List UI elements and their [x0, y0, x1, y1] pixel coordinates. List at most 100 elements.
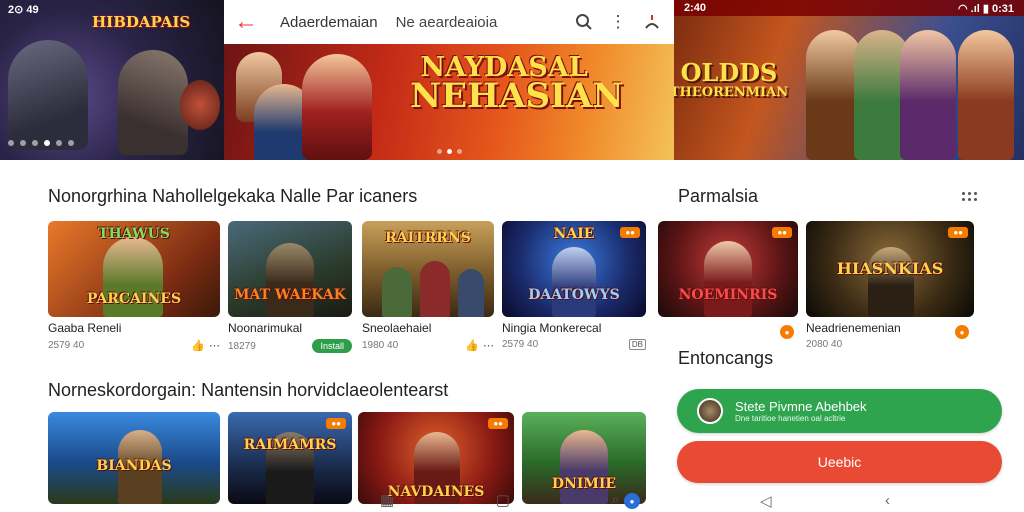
search-icon[interactable] — [572, 10, 596, 34]
hero-character — [302, 54, 372, 160]
install-button[interactable]: Install — [312, 339, 352, 353]
thumb-character — [552, 247, 596, 317]
carousel-dot[interactable] — [8, 140, 14, 146]
game-stats: 2080 40 — [806, 339, 843, 350]
top-app-bar: ← Adaerdemaian Ne aeardeaioia ⋮ — [224, 0, 674, 44]
game-thumbnail: THAWUS PARCAINES — [48, 221, 220, 317]
hero-banner[interactable]: NAYDASAL NEHASIAN — [224, 44, 674, 160]
carousel-dot[interactable] — [32, 140, 38, 146]
rating-box[interactable]: DB — [628, 339, 646, 350]
button-text: Stete Pivmne Abehbek Dne taritioe haneti… — [735, 399, 867, 423]
thumb-character — [266, 243, 314, 317]
game-card[interactable]: BIANDAS — [48, 412, 220, 504]
system-nav: ◁ ‹ — [760, 492, 890, 512]
banner-character — [8, 40, 88, 150]
thumb-title: NAVDAINES — [387, 484, 485, 500]
hero-carousel-dots — [224, 149, 674, 154]
grid-more-icon[interactable] — [962, 192, 978, 204]
game-thumbnail: ●● HIASNKIAS — [806, 221, 974, 317]
game-name: Sneolaehaiel — [362, 321, 432, 335]
carousel-dot[interactable] — [436, 149, 442, 154]
thumb-character — [382, 267, 412, 317]
game-thumbnail: ●● NOEMINRIS — [658, 221, 798, 317]
button-subtitle: Dne taritioe hanetien oal acltrie — [735, 414, 846, 423]
app-bar-actions: ⋮ — [572, 10, 674, 34]
primary-action-button[interactable]: Stete Pivmne Abehbek Dne taritioe haneti… — [677, 389, 1002, 433]
game-stats: 2579 40 — [502, 339, 539, 350]
game-meta: 2080 40 — [806, 339, 974, 350]
app-root: 2⊙ 49 HIBDAPAIS ← Adaerdemaian Ne aearde… — [0, 0, 1024, 512]
back-arrow-icon[interactable]: ← — [224, 0, 268, 44]
status-bar-left: 2⊙ 49 — [8, 4, 39, 16]
thumb-character — [420, 261, 450, 317]
thumb-title: HIASNKIAS — [836, 259, 944, 278]
thumb-character — [704, 241, 752, 317]
game-card[interactable]: ●● NAIE DAATOWYS Ningia Monkerecal 2579 … — [502, 221, 646, 350]
game-card[interactable]: ●● HIASNKIAS Neadrienemenian 2080 40 — [806, 221, 974, 350]
game-card[interactable]: ●● NAVDAINES — [358, 412, 514, 504]
avatar — [697, 398, 723, 424]
new-badge-icon: ●● — [620, 227, 640, 238]
game-meta: 1980 40 👍 ⋯ — [362, 339, 494, 352]
like-button[interactable]: 👍 ⋯ — [191, 339, 220, 352]
status-time: 2:40 — [684, 2, 707, 14]
game-card[interactable]: DNIMIE — [522, 412, 646, 504]
game-stats: 18279 — [228, 340, 256, 352]
game-card[interactable]: ●● NOEMINRIS — [658, 221, 798, 317]
section-title: Nonorgrhina Nahollelgekaka Nalle Par ica… — [48, 186, 418, 206]
carousel-dots — [8, 140, 74, 146]
badge-icon: ● — [780, 325, 794, 339]
carousel-dot[interactable] — [68, 140, 74, 146]
thumb-title: MAT WAEKAK — [234, 287, 346, 303]
game-card[interactable]: MAT WAEKAK Noonarimukal 18279 Install — [228, 221, 352, 353]
app-bar-title: Adaerdemaian — [280, 13, 378, 31]
right-banner-title: OLDDS THEORENMIAN — [674, 60, 804, 100]
left-promo-banner[interactable]: 2⊙ 49 HIBDAPAIS — [0, 0, 224, 160]
thumb-title: PARCAINES — [86, 291, 182, 307]
game-stats: 1980 40 — [362, 340, 399, 351]
thumb-title: DAATOWYS — [528, 287, 620, 303]
carousel-dot-active[interactable] — [446, 149, 452, 154]
carousel-dot[interactable] — [56, 140, 62, 146]
game-meta: 2579 40 👍 ⋯ — [48, 339, 220, 352]
thumb-title: NOEMINRIS — [678, 287, 778, 303]
status-bar-right: 2:40 ◠ .ıl ▮ 0:31 — [674, 0, 1024, 16]
game-name: Neadrienemenian — [806, 321, 901, 335]
back-triangle-icon[interactable]: ◁ — [760, 492, 772, 512]
search-icon[interactable]: ⌕ ● — [611, 491, 640, 510]
game-thumbnail: ●● RAIMAMRS — [228, 412, 352, 504]
game-thumbnail: ●● NAVDAINES — [358, 412, 514, 504]
carousel-dot[interactable] — [456, 149, 462, 154]
thumb-character — [868, 247, 914, 317]
game-thumbnail: RAITRRNS — [362, 221, 494, 317]
right-promo-banner[interactable]: 2:40 ◠ .ıl ▮ 0:31 OLDDS THEORENMIAN — [674, 0, 1024, 160]
section-title: Norneskordorgain: Nantensin horvidclaeol… — [48, 380, 449, 400]
account-icon[interactable] — [640, 10, 664, 34]
hero-title-line2: NEHASIAN — [410, 76, 624, 116]
profile-icon[interactable]: ● — [623, 493, 640, 510]
game-name: Ningia Monkerecal — [502, 321, 602, 335]
badge-icon: ● — [955, 325, 969, 339]
carousel-dot-active[interactable] — [44, 140, 50, 146]
like-button[interactable]: 👍 ⋯ — [465, 339, 494, 352]
carousel-dot[interactable] — [20, 140, 26, 146]
thumb-title: RAIMAMRS — [243, 437, 337, 453]
game-meta: 2579 40 DB — [502, 339, 646, 350]
banner-character — [118, 50, 188, 155]
new-badge-icon: ●● — [772, 227, 792, 238]
game-thumbnail: ●● NAIE DAATOWYS — [502, 221, 646, 317]
more-icon: ⋯ — [483, 340, 494, 352]
game-card[interactable]: RAITRRNS Sneolaehaiel 1980 40 👍 ⋯ — [362, 221, 494, 352]
section-subtitle: Entoncangs — [678, 348, 774, 368]
game-card[interactable]: ●● RAIMAMRS — [228, 412, 352, 504]
new-badge-icon: ●● — [488, 418, 508, 429]
secondary-action-button[interactable]: Ueebic — [677, 441, 1002, 483]
more-vert-icon[interactable]: ⋮ — [606, 10, 630, 34]
game-meta: 18279 Install — [228, 339, 352, 353]
game-name: Gaaba Reneli — [48, 321, 122, 335]
thumbs-up-icon: 👍 — [465, 340, 479, 352]
game-thumbnail: MAT WAEKAK — [228, 221, 352, 317]
back-chevron-icon[interactable]: ‹ — [885, 492, 890, 512]
game-card[interactable]: THAWUS PARCAINES Gaaba Reneli 2579 40 👍 … — [48, 221, 220, 352]
thumb-title: BIANDAS — [96, 458, 172, 474]
